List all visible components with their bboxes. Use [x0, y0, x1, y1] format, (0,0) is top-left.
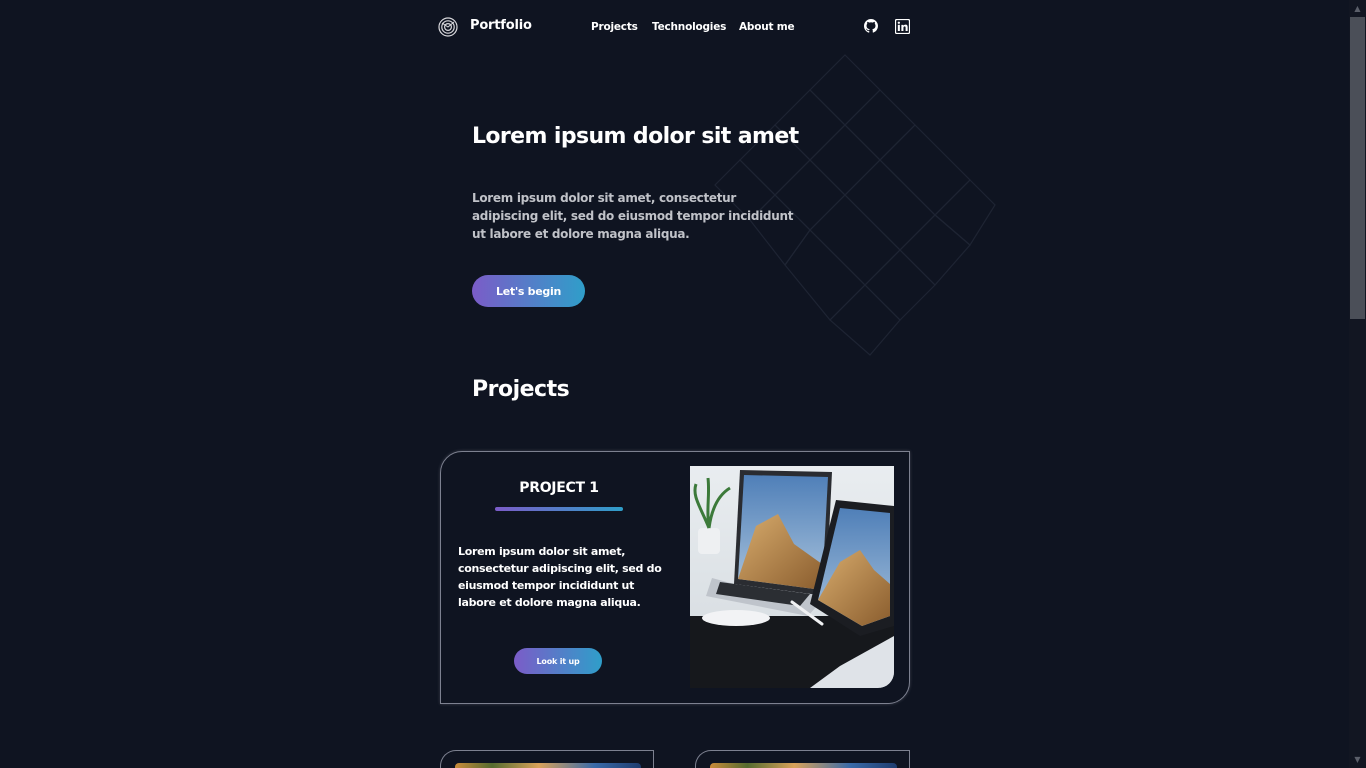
project-card	[440, 750, 654, 768]
scroll-down-icon[interactable]: ▼	[1349, 751, 1366, 768]
scroll-up-icon[interactable]: ▲	[1349, 0, 1366, 17]
nav-link-technologies[interactable]: Technologies	[652, 21, 726, 33]
look-it-up-button[interactable]: Look it up	[514, 648, 602, 674]
project-image[interactable]	[710, 763, 897, 768]
project-card	[695, 750, 910, 768]
nav-link-about-me[interactable]: About me	[739, 21, 795, 33]
project-image[interactable]	[455, 763, 641, 768]
linkedin-icon[interactable]	[895, 19, 910, 34]
project-card: PROJECT 1 Lorem ipsum dolor sit amet, co…	[440, 451, 910, 704]
project-title: PROJECT 1	[519, 480, 599, 496]
portfolio-page: Portfolio Projects Technologies About me	[0, 0, 1366, 768]
project-description: Lorem ipsum dolor sit amet, consectetur …	[458, 545, 662, 609]
page-scrollbar[interactable]: ▲ ▼	[1349, 0, 1366, 768]
hero-description: Lorem ipsum dolor sit amet, consectetur …	[472, 191, 794, 241]
hero-title: Lorem ipsum dolor sit amet	[472, 124, 799, 149]
scrollbar-thumb[interactable]	[1350, 17, 1365, 319]
logo-icon[interactable]	[438, 17, 458, 37]
site-header: Portfolio Projects Technologies About me	[438, 14, 912, 42]
lets-begin-button[interactable]: Let's begin	[472, 275, 585, 307]
brand-name[interactable]: Portfolio	[470, 18, 532, 33]
projects-section-title: Projects	[472, 377, 570, 402]
project-title-underline	[495, 507, 623, 511]
github-icon[interactable]	[864, 19, 878, 33]
project-image[interactable]	[690, 466, 894, 688]
nav-link-projects[interactable]: Projects	[591, 21, 638, 33]
